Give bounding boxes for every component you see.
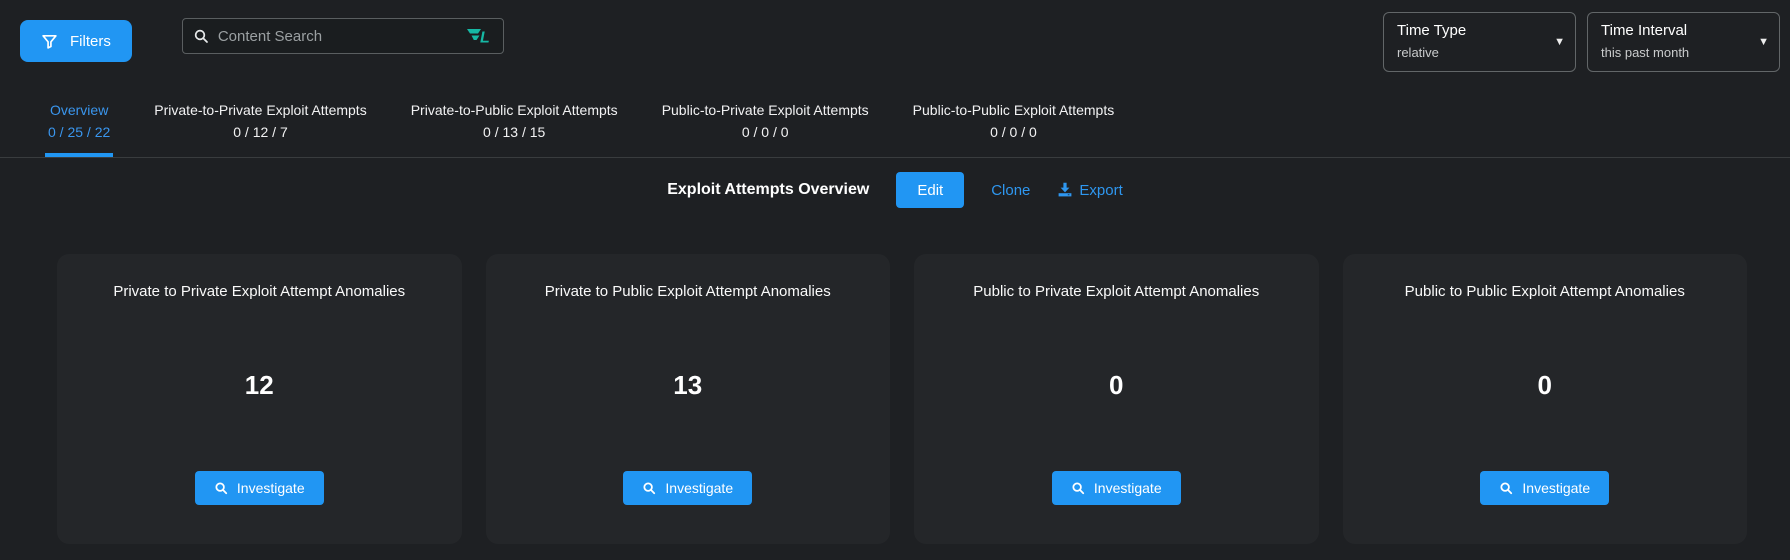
page-title: Exploit Attempts Overview xyxy=(667,181,869,199)
anomaly-count: 0 xyxy=(1538,300,1552,471)
search-icon xyxy=(1499,481,1513,495)
tab-private-to-private[interactable]: Private-to-Private Exploit Attempts 0 / … xyxy=(151,102,369,157)
filters-button[interactable]: Filters xyxy=(20,20,132,62)
investigate-button[interactable]: Investigate xyxy=(623,471,752,505)
query-language-logo-icon[interactable]: L xyxy=(467,28,493,44)
card-private-to-private-anomalies: Private to Private Exploit Attempt Anoma… xyxy=(57,254,462,544)
tab-counts: 0 / 13 / 15 xyxy=(411,124,618,140)
search-icon xyxy=(642,481,656,495)
investigate-label: Investigate xyxy=(1522,480,1590,496)
tab-label: Overview xyxy=(48,102,110,118)
card-public-to-private-anomalies: Public to Private Exploit Attempt Anomal… xyxy=(914,254,1319,544)
card-title: Private to Private Exploit Attempt Anoma… xyxy=(99,283,419,300)
card-title: Private to Public Exploit Attempt Anomal… xyxy=(531,283,845,300)
investigate-label: Investigate xyxy=(1094,480,1162,496)
card-title: Public to Private Exploit Attempt Anomal… xyxy=(959,283,1273,300)
edit-button[interactable]: Edit xyxy=(896,172,964,208)
tab-label: Public-to-Public Exploit Attempts xyxy=(913,102,1115,118)
export-link[interactable]: Export xyxy=(1057,182,1122,199)
summary-cards: Private to Private Exploit Attempt Anoma… xyxy=(57,254,1747,544)
investigate-button[interactable]: Investigate xyxy=(1052,471,1181,505)
tab-label: Private-to-Public Exploit Attempts xyxy=(411,102,618,118)
anomaly-count: 0 xyxy=(1109,300,1123,471)
svg-text:L: L xyxy=(480,30,490,45)
investigate-button[interactable]: Investigate xyxy=(1480,471,1609,505)
clone-link[interactable]: Clone xyxy=(991,182,1030,199)
tab-counts: 0 / 25 / 22 xyxy=(48,124,110,140)
tab-label: Public-to-Private Exploit Attempts xyxy=(662,102,869,118)
tab-public-to-public[interactable]: Public-to-Public Exploit Attempts 0 / 0 … xyxy=(910,102,1118,157)
tab-label: Private-to-Private Exploit Attempts xyxy=(154,102,366,118)
time-interval-label: Time Interval xyxy=(1601,22,1751,39)
anomaly-count: 12 xyxy=(245,300,274,471)
tab-overview[interactable]: Overview 0 / 25 / 22 xyxy=(45,102,113,157)
anomaly-count: 13 xyxy=(673,300,702,471)
tab-bar: Overview 0 / 25 / 22 Private-to-Private … xyxy=(0,72,1790,158)
time-interval-value: this past month xyxy=(1601,45,1751,60)
tab-private-to-public[interactable]: Private-to-Public Exploit Attempts 0 / 1… xyxy=(408,102,621,157)
filters-label: Filters xyxy=(70,33,111,50)
investigate-button[interactable]: Investigate xyxy=(195,471,324,505)
time-interval-dropdown[interactable]: Time Interval this past month ▼ xyxy=(1587,12,1780,72)
search-icon xyxy=(193,28,209,44)
investigate-label: Investigate xyxy=(237,480,305,496)
clone-label: Clone xyxy=(991,182,1030,199)
chevron-down-icon: ▼ xyxy=(1554,37,1565,48)
tab-counts: 0 / 12 / 7 xyxy=(154,124,366,140)
investigate-label: Investigate xyxy=(665,480,733,496)
chevron-down-icon: ▼ xyxy=(1758,37,1769,48)
card-private-to-public-anomalies: Private to Public Exploit Attempt Anomal… xyxy=(486,254,891,544)
export-label: Export xyxy=(1079,182,1122,199)
dashboard-title-row: Exploit Attempts Overview Edit Clone Exp… xyxy=(0,172,1790,208)
top-bar: Filters L Time Type relative ▼ Time Inte… xyxy=(0,0,1790,72)
card-title: Public to Public Exploit Attempt Anomali… xyxy=(1391,283,1699,300)
time-type-dropdown[interactable]: Time Type relative ▼ xyxy=(1383,12,1576,72)
search-icon xyxy=(214,481,228,495)
filter-icon xyxy=(41,33,58,50)
search-icon xyxy=(1071,481,1085,495)
download-icon xyxy=(1057,182,1073,198)
tab-public-to-private[interactable]: Public-to-Private Exploit Attempts 0 / 0… xyxy=(659,102,872,157)
content-search-box[interactable]: L xyxy=(182,18,504,54)
content-search-input[interactable] xyxy=(216,27,460,46)
tab-counts: 0 / 0 / 0 xyxy=(662,124,869,140)
time-type-value: relative xyxy=(1397,45,1547,60)
time-type-label: Time Type xyxy=(1397,22,1547,39)
card-public-to-public-anomalies: Public to Public Exploit Attempt Anomali… xyxy=(1343,254,1748,544)
tab-counts: 0 / 0 / 0 xyxy=(913,124,1115,140)
